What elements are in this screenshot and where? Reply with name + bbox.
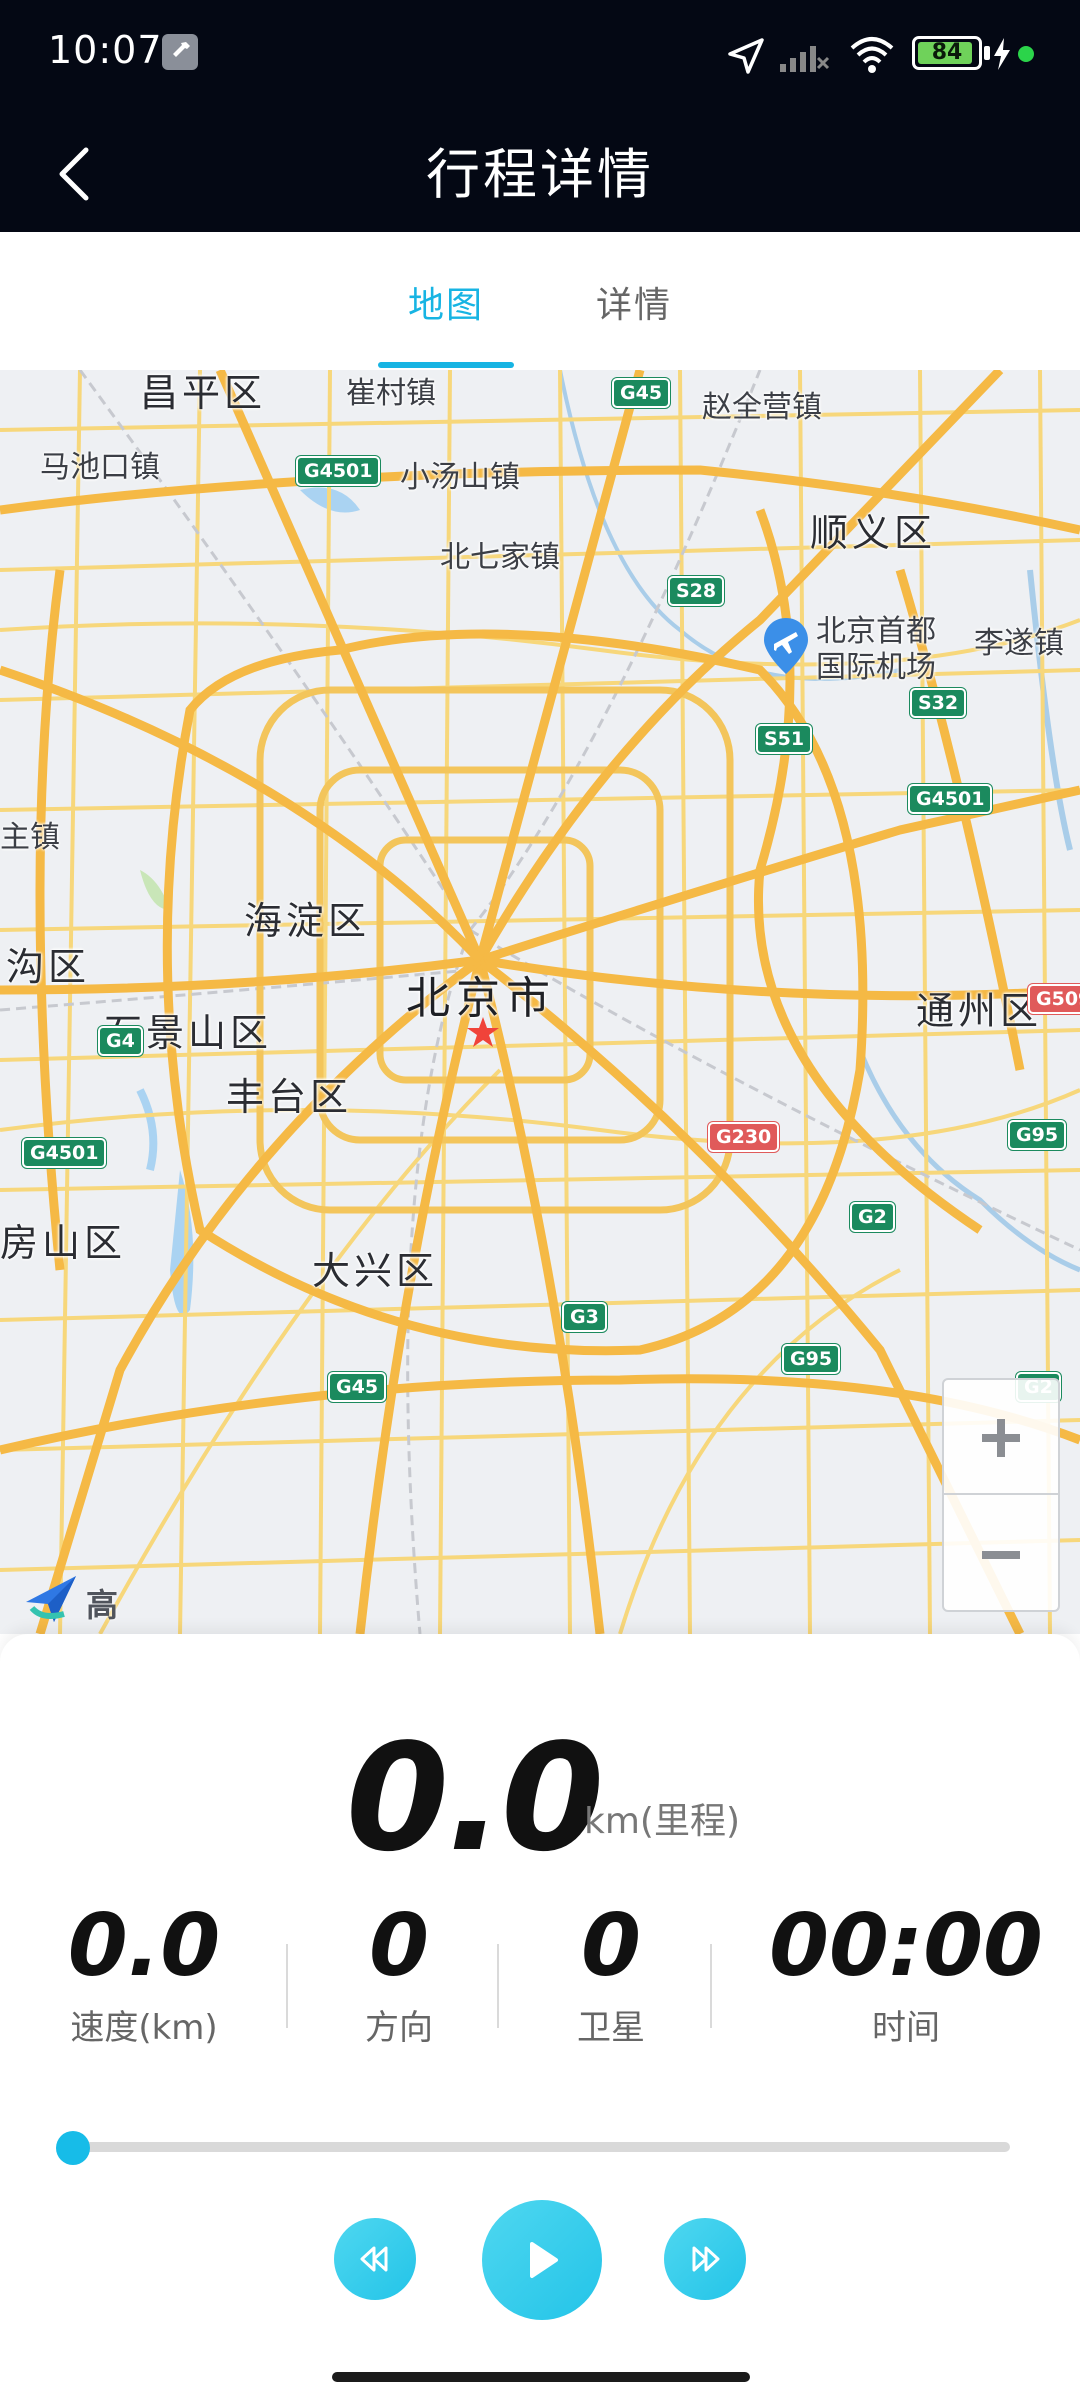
mileage-unit: km(里程) (584, 1801, 741, 1842)
tab-bar: 地图 详情 (0, 232, 1080, 370)
map-label-gou: 沟区 (6, 945, 91, 989)
tab-detail[interactable]: 详情 (596, 276, 672, 328)
map-view[interactable]: 昌平区 崔村镇 赵全营镇 马池口镇 小汤山镇 顺义区 北七家镇 北京首都 国际机… (0, 370, 1080, 1634)
header: 行程详情 (0, 110, 1080, 232)
map-label-changping: 昌平区 (140, 371, 267, 415)
battery-level: 84 (931, 40, 963, 65)
stat-divider (710, 1944, 712, 2028)
tab-active-indicator (378, 362, 514, 368)
map-label-beiqijia: 北七家镇 (440, 540, 560, 575)
fast-forward-button[interactable] (664, 2218, 746, 2300)
road-shield-g45: G45 (612, 378, 671, 408)
active-dot (1018, 46, 1034, 62)
zoom-in-button[interactable] (944, 1380, 1058, 1495)
wifi-icon (850, 37, 894, 73)
road-shield-g4501-right: G4501 (908, 784, 993, 814)
trip-panel: 0.0 km(里程) 0.0 速度(km) 0 方向 0 卫星 00:00 时间 (0, 1634, 1080, 2400)
stat-satellite-value: 0 (581, 1896, 641, 1996)
tab-map[interactable]: 地图 (408, 276, 484, 328)
road-shield-s28: S28 (668, 576, 725, 606)
airport-icon (764, 618, 808, 674)
map-label-shunyi: 顺义区 (810, 511, 937, 555)
charging-icon (994, 38, 1010, 70)
road-shield-s32: S32 (910, 688, 967, 718)
road-shield-g3: G3 (562, 1302, 607, 1332)
map-label-daxing: 大兴区 (312, 1249, 439, 1293)
map-label-xiaotangshan: 小汤山镇 (400, 460, 520, 495)
battery-icon: 84 (912, 36, 982, 70)
stat-satellite-label: 卫星 (577, 2008, 645, 2048)
mileage-value: 0.0 (346, 1712, 604, 1884)
map-label-machikou: 马池口镇 (40, 450, 160, 485)
road-shield-g95-right: G95 (1008, 1120, 1067, 1150)
home-indicator[interactable] (332, 2372, 750, 2382)
wrench-icon (162, 34, 198, 70)
progress-thumb[interactable] (56, 2131, 90, 2165)
stat-speed-value: 0.0 (67, 1896, 221, 1996)
road-shield-g2: G2 (850, 1202, 895, 1232)
rewind-button[interactable] (334, 2218, 416, 2300)
map-label-airport-line2: 国际机场 (816, 650, 936, 685)
play-button[interactable] (482, 2200, 602, 2320)
amap-logo-text: 高德地图 (86, 1586, 121, 1634)
map-label-cuicun: 崔村镇 (346, 376, 436, 411)
signal-icon (780, 46, 830, 72)
stat-satellite: 0 卫星 (484, 1896, 738, 2049)
status-time: 10:07 (48, 28, 163, 72)
page-title: 行程详情 (426, 143, 654, 206)
map-label-fengtai: 丰台区 (226, 1075, 353, 1119)
road-shield-g4: G4 (98, 1026, 143, 1056)
amap-logo-icon (26, 1576, 76, 1622)
stat-time: 00:00 时间 (756, 1896, 1056, 2049)
stat-time-label: 时间 (872, 2008, 940, 2048)
road-shield-g230: G230 (708, 1122, 780, 1152)
road-shield-s51: S51 (756, 724, 813, 754)
road-shield-g4501-left: G4501 (22, 1138, 107, 1168)
zoom-controls (942, 1378, 1060, 1612)
road-shield-g509: G509 (1028, 984, 1080, 1014)
stat-speed-label: 速度(km) (70, 2008, 218, 2048)
location-arrow-icon (728, 38, 764, 74)
plus-icon (982, 1419, 1020, 1457)
road-shield-g4501: G4501 (296, 456, 381, 486)
map-label-lisui: 李遂镇 (974, 626, 1064, 661)
road-shield-g95-bottom: G95 (782, 1344, 841, 1374)
stat-speed: 0.0 速度(km) (24, 1896, 264, 2049)
map-label-zhaoquanying: 赵全营镇 (702, 390, 822, 425)
map-label-haidian: 海淀区 (244, 899, 371, 943)
map-label-zhu: 主镇 (0, 820, 60, 855)
map-label-tongzhou: 通州区 (916, 989, 1043, 1033)
capital-star-icon (467, 1017, 499, 1047)
progress-track[interactable] (70, 2142, 1010, 2152)
zoom-out-button[interactable] (944, 1497, 1058, 1612)
play-icon (530, 2242, 558, 2278)
status-bar: 10:07 84 (0, 0, 1080, 110)
minus-icon (982, 1551, 1020, 1559)
fast-forward-icon (692, 2246, 720, 2272)
stat-time-value: 00:00 (769, 1896, 1043, 1996)
road-shield-g45-bottom: G45 (328, 1372, 387, 1402)
map-label-fangshan: 房山区 (0, 1221, 127, 1265)
rewind-icon (360, 2246, 388, 2272)
status-icons: 84 (726, 30, 1046, 80)
